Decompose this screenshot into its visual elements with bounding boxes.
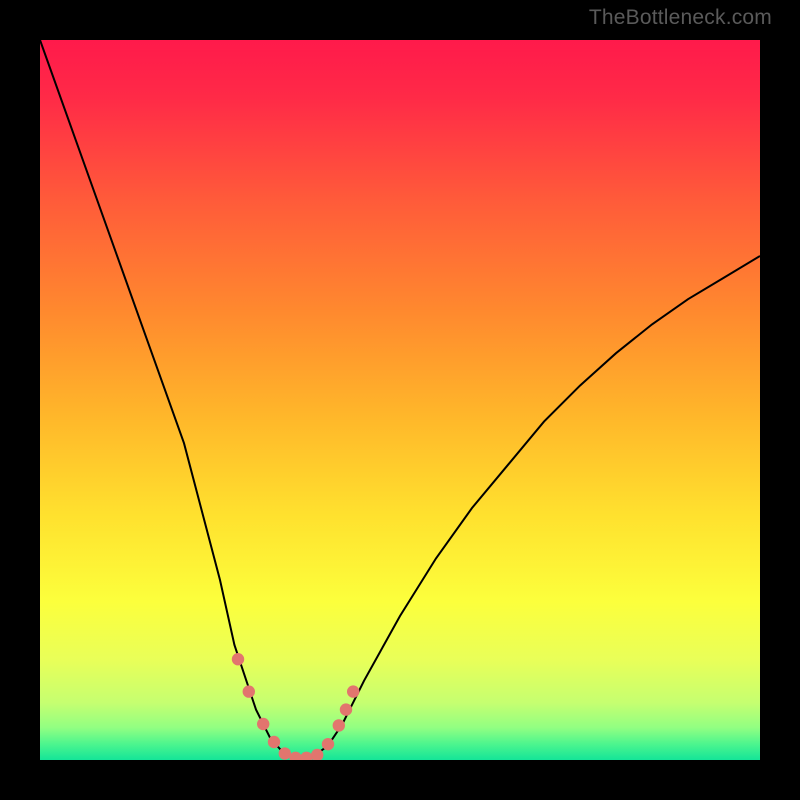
highlight-dots xyxy=(232,653,360,760)
highlight-dot xyxy=(300,752,312,760)
highlight-dot xyxy=(268,736,280,748)
plot-area xyxy=(40,40,760,760)
highlight-dot xyxy=(333,719,345,731)
highlight-dot xyxy=(243,685,255,697)
highlight-dot xyxy=(289,752,301,760)
highlight-dot xyxy=(279,747,291,759)
highlight-dot xyxy=(347,685,359,697)
chart-frame: TheBottleneck.com xyxy=(0,0,800,800)
highlight-dot xyxy=(340,703,352,715)
highlight-dot xyxy=(257,718,269,730)
highlight-dot xyxy=(322,738,334,750)
curve-layer xyxy=(40,40,760,760)
bottleneck-curve xyxy=(40,40,760,759)
highlight-dot xyxy=(232,653,244,665)
watermark-text: TheBottleneck.com xyxy=(589,6,772,30)
